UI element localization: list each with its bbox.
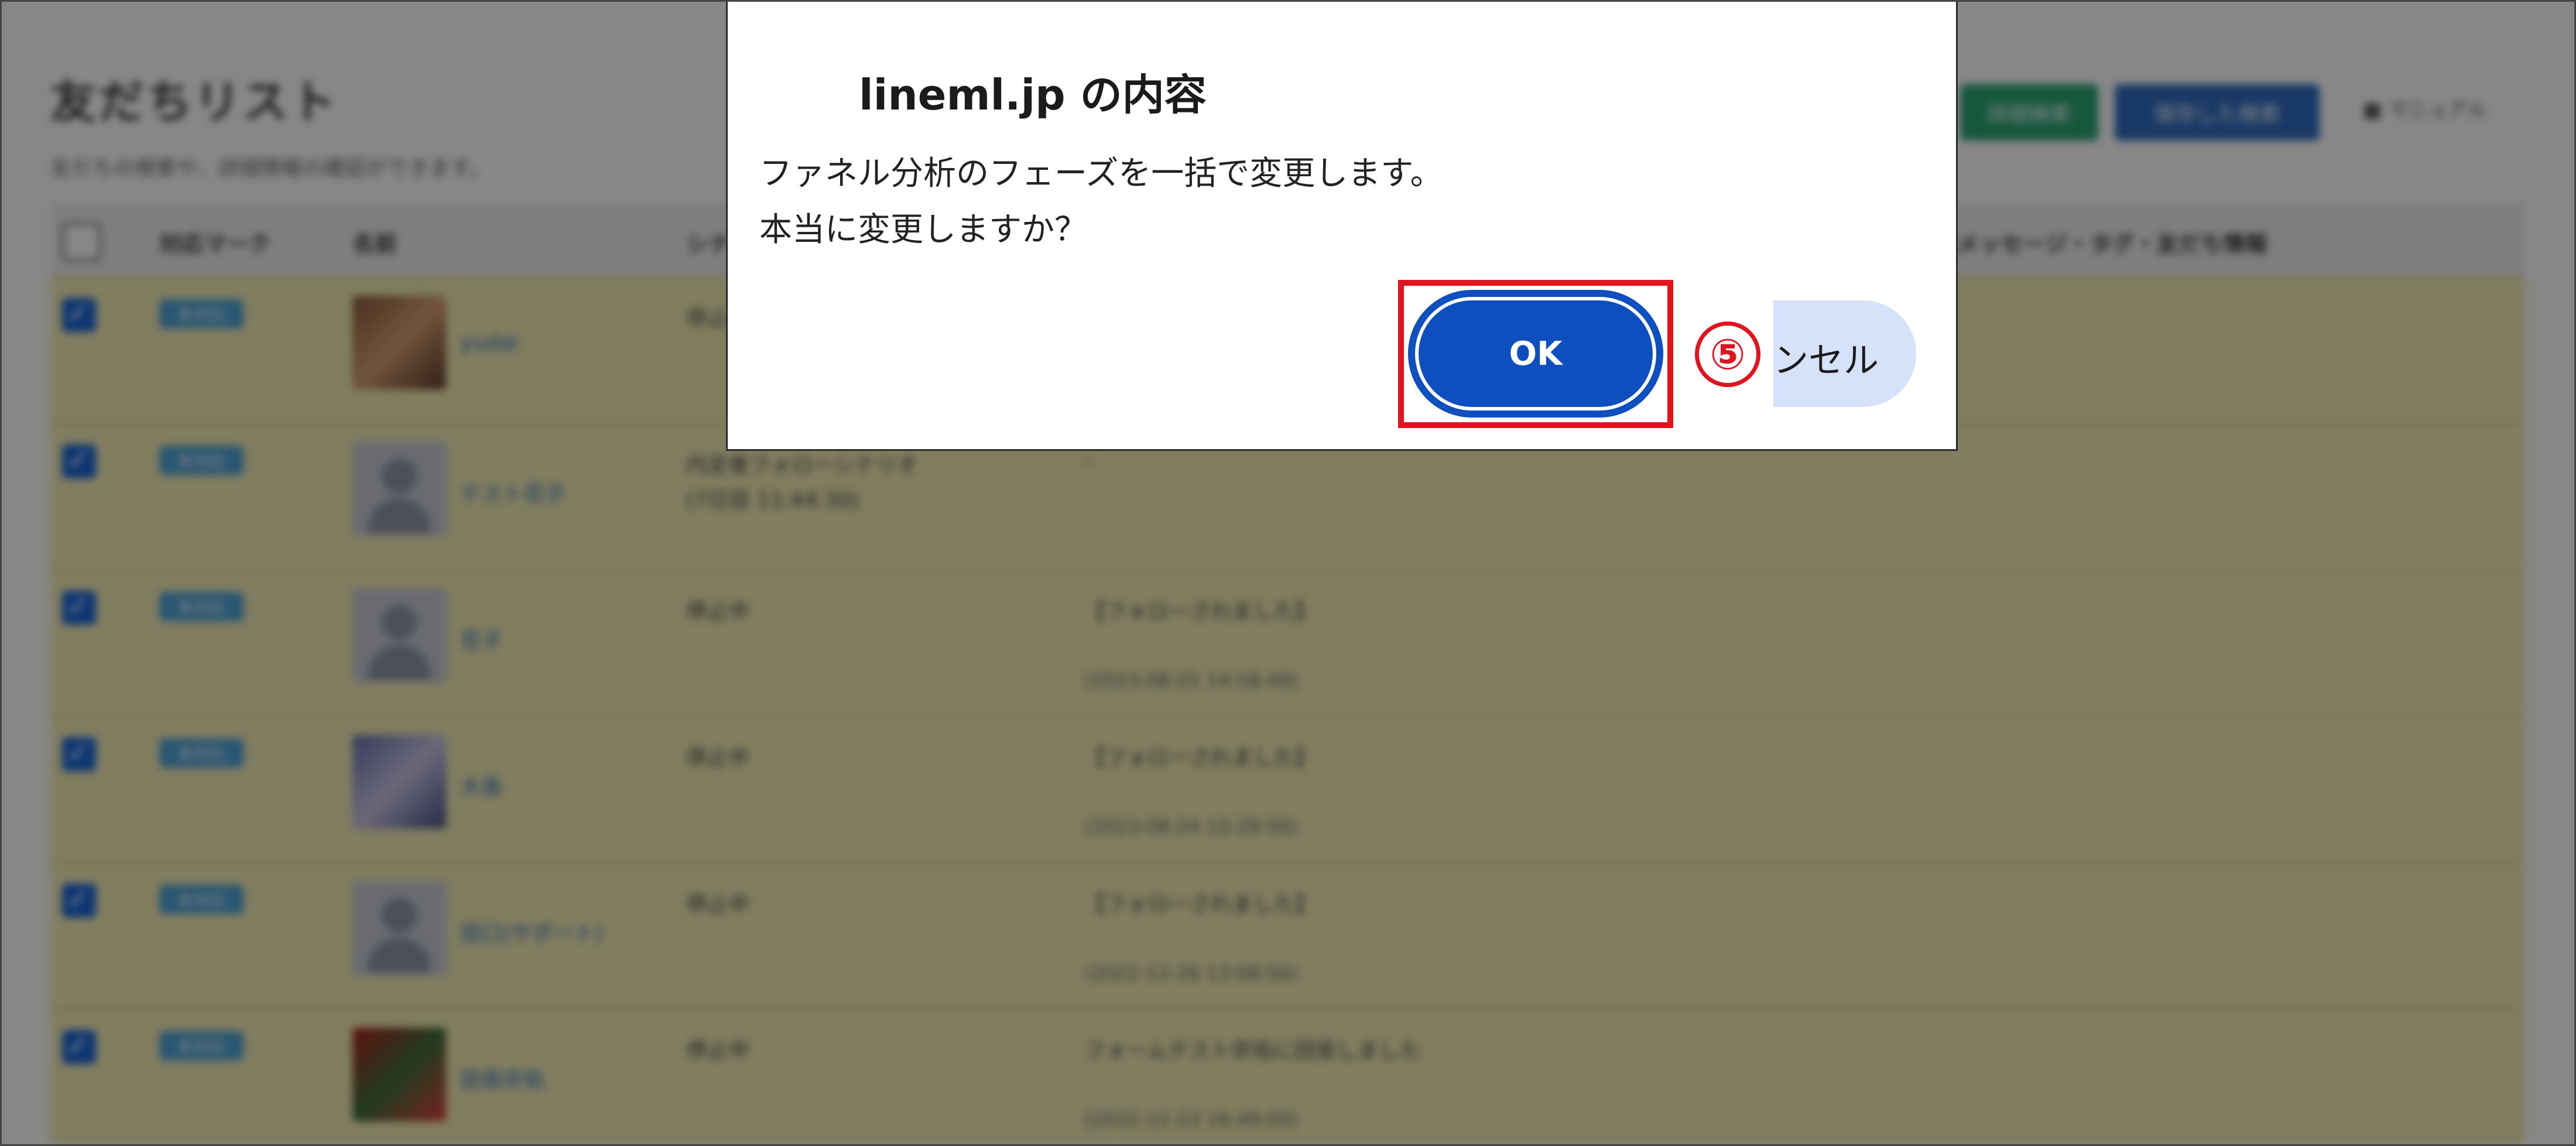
dialog-message-line-2: 本当に変更しますか？	[759, 211, 1087, 249]
step-number-badge: ⑤	[1695, 321, 1760, 387]
dialog-message-line-1: ファネル分析のフェーズを一括で変更します。	[759, 155, 1443, 193]
cancel-button-label: ンセル	[1773, 340, 1879, 381]
ok-button[interactable]: OK	[1408, 290, 1663, 418]
screenshot-stage: 友だちリスト 友だちの検索や、詳細情報の確認ができます。 詳細検索 保存した検索…	[0, 0, 2576, 1146]
dialog-title: lineml.jp の内容	[859, 70, 1207, 119]
dialog-message: ファネル分析のフェーズを一括で変更します。 本当に変更しますか？	[759, 146, 1443, 258]
confirm-dialog: lineml.jp の内容 ファネル分析のフェーズを一括で変更します。 本当に変…	[726, 0, 1958, 451]
